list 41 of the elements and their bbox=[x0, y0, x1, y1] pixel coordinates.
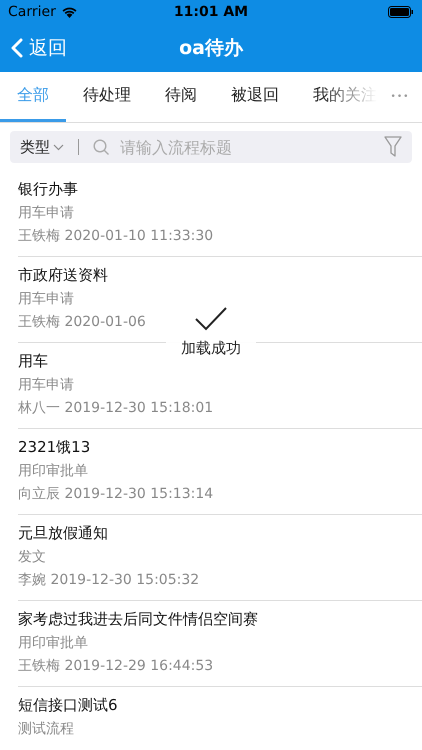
task-type: 用车申请 bbox=[18, 290, 74, 308]
task-title: 元旦放假通知 bbox=[18, 524, 108, 543]
task-title: 银行办事 bbox=[18, 180, 78, 199]
task-item[interactable]: 元旦放假通知 发文 李婉 2019-12-30 15:05:32 bbox=[18, 515, 422, 601]
task-meta: 向立辰 2019-12-30 15:13:14 bbox=[18, 485, 214, 503]
task-type: 发文 bbox=[18, 548, 46, 566]
tab[interactable]: 待处理 bbox=[66, 72, 148, 122]
task-meta: 王铁梅 2020-01-06 bbox=[18, 313, 146, 331]
task-type: 测试流程 bbox=[18, 720, 74, 738]
task-title: 市政府送资料 bbox=[18, 266, 108, 285]
search-icon bbox=[93, 138, 110, 156]
task-type: 用印审批单 bbox=[18, 634, 88, 652]
carrier-text: Carrier bbox=[8, 4, 56, 20]
task-meta: 王铁梅 2020-01-10 11:33:30 bbox=[18, 227, 214, 245]
task-meta: 王铁梅 2019-12-29 16:44:53 bbox=[18, 657, 214, 675]
task-type: 用车申请 bbox=[18, 376, 74, 394]
back-chevron-icon bbox=[10, 38, 23, 58]
task-title: 2321饿13 bbox=[18, 438, 90, 457]
task-meta: 李婉 2019-12-30 15:05:32 bbox=[18, 571, 200, 589]
task-title: 用车 bbox=[18, 352, 48, 371]
task-item[interactable]: 银行办事 用车申请 王铁梅 2020-01-10 11:33:30 bbox=[18, 171, 422, 257]
task-type: 用车申请 bbox=[18, 204, 74, 222]
task-item[interactable]: 家考虑过我进去后同文件情侣空间赛 用印审批单 王铁梅 2019-12-29 16:44:53 bbox=[18, 601, 422, 687]
chevron-down-icon bbox=[53, 144, 64, 150]
task-meta: 林八一 2019-12-30 15:18:01 bbox=[18, 399, 214, 417]
page-title: oa待办 bbox=[179, 36, 243, 61]
back-button[interactable]: 返回 bbox=[0, 35, 67, 61]
wifi-icon bbox=[60, 6, 78, 18]
task-item[interactable]: 短信接口测试6 测试流程 bbox=[18, 687, 422, 750]
filter-icon[interactable] bbox=[384, 136, 402, 158]
check-icon bbox=[195, 306, 227, 330]
type-dropdown[interactable]: 类型 bbox=[20, 138, 64, 156]
task-item[interactable]: 2321饿13 用印审批单 向立辰 2019-12-30 15:13:14 bbox=[18, 429, 422, 515]
battery-icon bbox=[388, 6, 414, 18]
tab[interactable]: 被退回 bbox=[214, 72, 296, 122]
task-type: 用印审批单 bbox=[18, 462, 88, 480]
search-field[interactable]: 类型 请输入流程标题 bbox=[10, 131, 412, 163]
task-title: 短信接口测试6 bbox=[18, 696, 118, 715]
tab[interactable]: 待阅 bbox=[148, 72, 214, 122]
task-title: 家考虑过我进去后同文件情侣空间赛 bbox=[18, 610, 258, 629]
status-time: 11:01 AM bbox=[174, 4, 248, 20]
